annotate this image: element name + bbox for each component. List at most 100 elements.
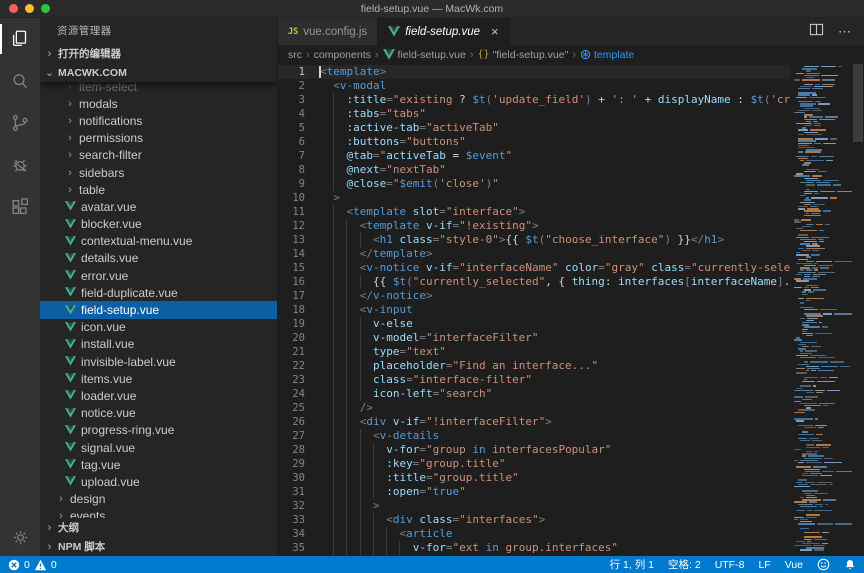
close-tab-icon[interactable]: × — [491, 24, 499, 39]
tree-item-notice.vue[interactable]: notice.vue — [40, 405, 277, 422]
feedback-smiley-icon[interactable] — [817, 558, 830, 571]
code-line-16[interactable]: 16 {{ $t("currently_selected", { thing: … — [278, 275, 790, 289]
tree-item-signal.vue[interactable]: signal.vue — [40, 439, 277, 456]
code-line-18[interactable]: 18 <v-input — [278, 303, 790, 317]
code-line-22[interactable]: 22 placeholder="Find an interface..." — [278, 359, 790, 373]
tree-item-error.vue[interactable]: error.vue — [40, 267, 277, 284]
search-icon[interactable] — [0, 60, 40, 102]
project-section-header[interactable]: ⌄ MACWK.COM — [40, 63, 277, 82]
eol-setting[interactable]: LF — [758, 559, 770, 571]
encoding-setting[interactable]: UTF-8 — [715, 559, 745, 571]
tree-item-icon.vue[interactable]: icon.vue — [40, 319, 277, 336]
split-editor-icon[interactable] — [809, 23, 824, 41]
source-control-icon[interactable] — [0, 102, 40, 144]
line-number: 20 — [278, 331, 320, 345]
breadcrumb-file-symbol[interactable]: {} "field-setup.vue" — [478, 49, 569, 61]
maximize-window-button[interactable] — [41, 4, 50, 13]
code-line-21[interactable]: 21 type="text" — [278, 345, 790, 359]
code-line-14[interactable]: 14 </template> — [278, 247, 790, 261]
code-line-23[interactable]: 23 class="interface-filter" — [278, 373, 790, 387]
code-line-29[interactable]: 29 :key="group.title" — [278, 457, 790, 471]
tree-item-invisible-label.vue[interactable]: invisible-label.vue — [40, 353, 277, 370]
code-line-19[interactable]: 19 v-else — [278, 317, 790, 331]
tree-item-item-select[interactable]: ›item-select — [40, 82, 277, 95]
code-line-24[interactable]: 24 icon-left="search" — [278, 387, 790, 401]
code-line-28[interactable]: 28 v-for="group in interfacesPopular" — [278, 443, 790, 457]
outline-section[interactable]: › 大纲 — [40, 518, 277, 537]
tree-item-search-filter[interactable]: ›search-filter — [40, 147, 277, 164]
code-line-34[interactable]: 34 <article — [278, 527, 790, 541]
code-line-17[interactable]: 17 </v-notice> — [278, 289, 790, 303]
tab-field-setup-vue[interactable]: field-setup.vue × — [378, 18, 509, 45]
code-line-27[interactable]: 27 <v-details — [278, 429, 790, 443]
warnings-indicator[interactable]: 0 — [34, 559, 57, 571]
code-line-20[interactable]: 20 v-model="interfaceFilter" — [278, 331, 790, 345]
more-actions-icon[interactable]: ⋯ — [838, 24, 852, 40]
code-line-11[interactable]: 11 <template slot="interface"> — [278, 205, 790, 219]
minimize-window-button[interactable] — [25, 4, 34, 13]
tree-item-field-setup.vue[interactable]: field-setup.vue — [40, 301, 277, 318]
tree-item-items.vue[interactable]: items.vue — [40, 370, 277, 387]
code-line-4[interactable]: 4 :tabs="tabs" — [278, 107, 790, 121]
code-line-33[interactable]: 33 <div class="interfaces"> — [278, 513, 790, 527]
tree-item-events[interactable]: ›events — [40, 508, 277, 518]
tree-item-sidebars[interactable]: ›sidebars — [40, 164, 277, 181]
code-line-2[interactable]: 2 <v-modal — [278, 79, 790, 93]
notifications-bell-icon[interactable] — [844, 558, 856, 571]
code-line-31[interactable]: 31 :open="true" — [278, 485, 790, 499]
tree-item-progress-ring.vue[interactable]: progress-ring.vue — [40, 422, 277, 439]
settings-gear-icon[interactable] — [0, 518, 40, 556]
code-line-7[interactable]: 7 @tab="activeTab = $event" — [278, 149, 790, 163]
tree-item-install.vue[interactable]: install.vue — [40, 336, 277, 353]
tree-item-design[interactable]: ›design — [40, 491, 277, 508]
minimap[interactable] — [790, 64, 852, 556]
code-line-10[interactable]: 10 > — [278, 191, 790, 205]
breadcrumb-components[interactable]: components — [314, 49, 371, 61]
language-mode[interactable]: Vue — [785, 559, 803, 571]
tree-item-contextual-menu.vue[interactable]: contextual-menu.vue — [40, 233, 277, 250]
code-editor[interactable]: 1<template>2 <v-modal3 :title="existing … — [278, 64, 790, 556]
code-line-8[interactable]: 8 @next="nextTab" — [278, 163, 790, 177]
tree-item-tag.vue[interactable]: tag.vue — [40, 456, 277, 473]
tree-item-field-duplicate.vue[interactable]: field-duplicate.vue — [40, 284, 277, 301]
tree-item-modals[interactable]: ›modals — [40, 95, 277, 112]
line-content: :key="group.title" — [320, 457, 505, 471]
npm-scripts-section[interactable]: › NPM 脚本 — [40, 537, 277, 556]
code-line-12[interactable]: 12 <template v-if="!existing"> — [278, 219, 790, 233]
code-line-9[interactable]: 9 @close="$emit('close')" — [278, 177, 790, 191]
scrollbar-thumb[interactable] — [853, 64, 863, 142]
code-line-1[interactable]: 1<template> — [278, 65, 790, 79]
breadcrumb-file[interactable]: field-setup.vue — [383, 49, 466, 61]
indent-guide — [333, 135, 334, 149]
breadcrumb-src[interactable]: src — [288, 49, 302, 61]
code-line-26[interactable]: 26 <div v-if="!interfaceFilter"> — [278, 415, 790, 429]
tree-item-details.vue[interactable]: details.vue — [40, 250, 277, 267]
breadcrumb-template-symbol[interactable]: template — [580, 49, 634, 61]
tree-item-blocker.vue[interactable]: blocker.vue — [40, 216, 277, 233]
tree-item-loader.vue[interactable]: loader.vue — [40, 387, 277, 404]
open-editors-section[interactable]: › 打开的编辑器 — [40, 44, 277, 63]
code-line-6[interactable]: 6 :buttons="buttons" — [278, 135, 790, 149]
cursor-position[interactable]: 行 1, 列 1 — [610, 557, 654, 572]
debug-icon[interactable] — [0, 144, 40, 186]
code-line-15[interactable]: 15 <v-notice v-if="interfaceName" color=… — [278, 261, 790, 275]
code-line-25[interactable]: 25 /> — [278, 401, 790, 415]
code-line-32[interactable]: 32 > — [278, 499, 790, 513]
close-window-button[interactable] — [9, 4, 18, 13]
code-line-5[interactable]: 5 :active-tab="activeTab" — [278, 121, 790, 135]
extensions-icon[interactable] — [0, 186, 40, 228]
code-line-30[interactable]: 30 :title="group.title" — [278, 471, 790, 485]
tree-item-avatar.vue[interactable]: avatar.vue — [40, 198, 277, 215]
tree-item-table[interactable]: ›table — [40, 181, 277, 198]
code-line-35[interactable]: 35 v-for="ext in group.interfaces" — [278, 541, 790, 555]
tree-item-upload.vue[interactable]: upload.vue — [40, 473, 277, 490]
tree-item-notifications[interactable]: ›notifications — [40, 112, 277, 129]
explorer-icon[interactable] — [0, 18, 40, 60]
indentation-setting[interactable]: 空格: 2 — [668, 557, 701, 572]
editor-scrollbar[interactable] — [852, 64, 864, 556]
tab-vue-config-js[interactable]: JS vue.config.js — [278, 18, 378, 45]
code-line-3[interactable]: 3 :title="existing ? $t('update_field') … — [278, 93, 790, 107]
code-line-13[interactable]: 13 <h1 class="style-0">{{ $t("choose_int… — [278, 233, 790, 247]
errors-indicator[interactable]: 0 — [8, 559, 30, 571]
tree-item-permissions[interactable]: ›permissions — [40, 130, 277, 147]
